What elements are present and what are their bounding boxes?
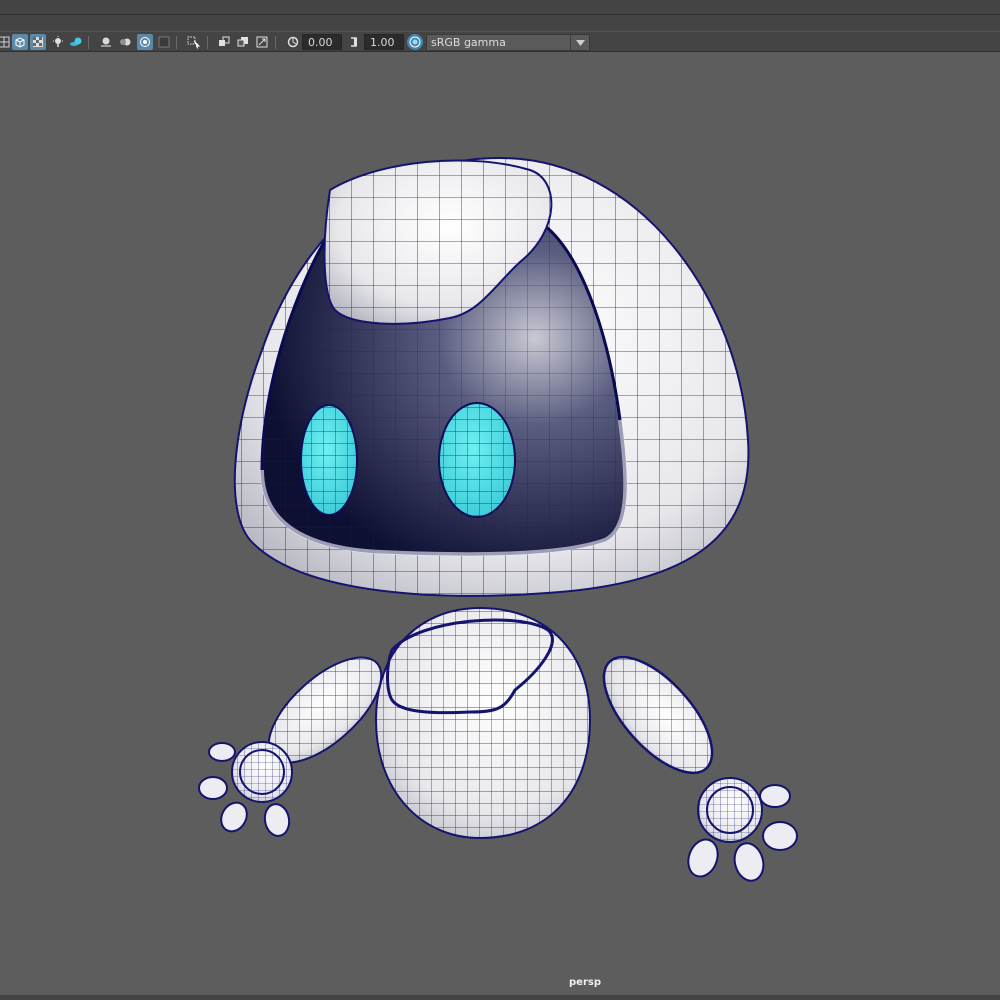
gamma-icon[interactable] — [346, 34, 362, 50]
ambient-occlusion-icon[interactable] — [98, 34, 114, 50]
anti-aliasing-icon[interactable] — [137, 34, 153, 50]
robot-left-arm — [198, 640, 399, 837]
wireframe-shaded-icon[interactable] — [0, 34, 12, 50]
color-management-icon[interactable] — [407, 34, 423, 50]
3d-viewport[interactable] — [0, 52, 1000, 996]
toolbar-separator — [88, 36, 89, 49]
xray-icon[interactable] — [216, 34, 232, 50]
textured-icon[interactable] — [30, 34, 46, 50]
toolbar-separator — [275, 36, 276, 49]
robot-model — [198, 156, 798, 882]
xray-joints-icon[interactable] — [235, 34, 251, 50]
lights-icon[interactable] — [50, 34, 66, 50]
camera-label: persp — [569, 977, 601, 988]
robot-body — [374, 606, 592, 840]
shadows-icon[interactable] — [68, 34, 84, 50]
robot-head — [233, 156, 750, 597]
smooth-shade-icon[interactable] — [12, 34, 28, 50]
motion-blur-icon[interactable] — [117, 34, 133, 50]
color-space-dropdown[interactable]: sRGB gamma — [426, 34, 590, 51]
color-space-label: sRGB gamma — [431, 36, 506, 49]
chevron-down-icon[interactable] — [570, 35, 589, 50]
status-strip — [0, 995, 1000, 1000]
toolbar-separator — [207, 36, 208, 49]
gamma-field[interactable]: 1.00 — [364, 34, 404, 50]
title-bar — [0, 0, 1000, 15]
exposure-field[interactable]: 0.00 — [302, 34, 342, 50]
robot-right-arm — [585, 645, 798, 882]
depth-of-field-icon[interactable] — [156, 34, 172, 50]
panel-menu-bar — [0, 15, 1000, 31]
backface-culling-icon[interactable] — [254, 34, 270, 50]
viewport-toolbar: 0.00 1.00 sRGB gamma — [0, 31, 1000, 52]
exposure-icon[interactable] — [285, 34, 301, 50]
toolbar-separator — [176, 36, 177, 49]
isolate-select-icon[interactable] — [186, 34, 202, 50]
